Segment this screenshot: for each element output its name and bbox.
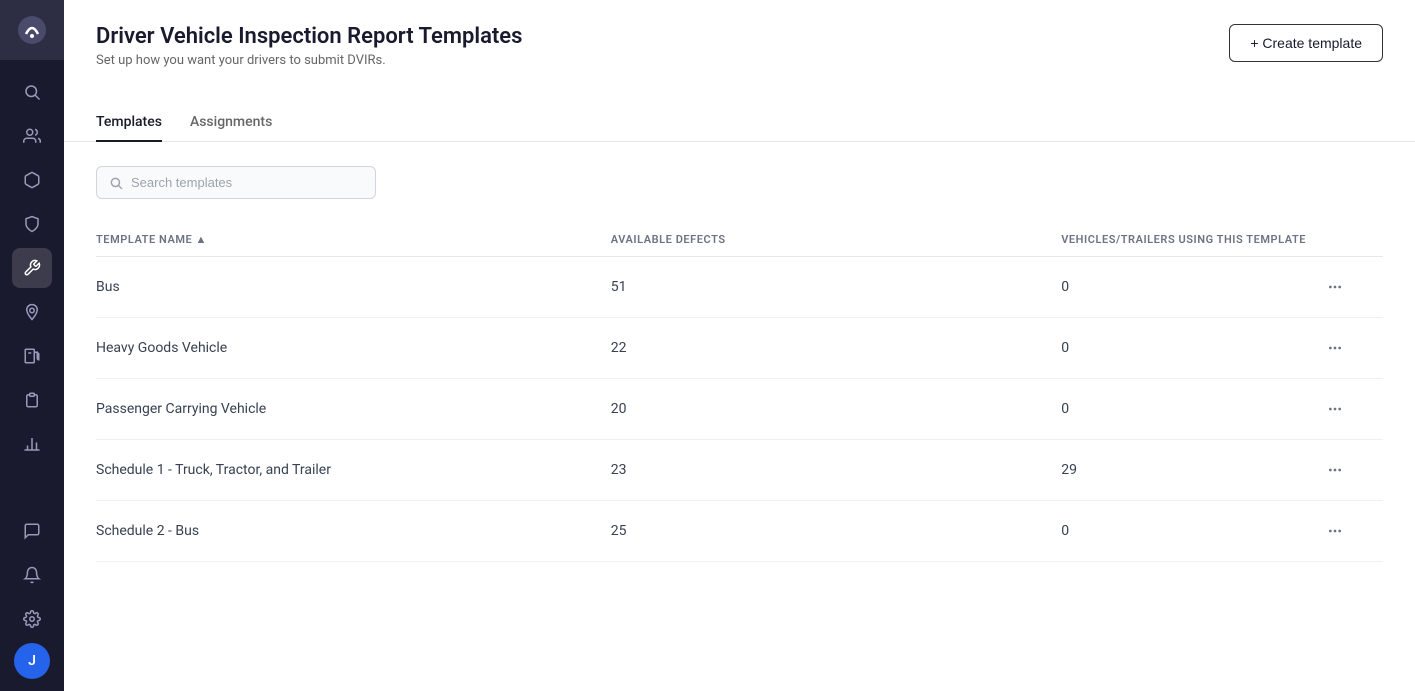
tab-bar: Templates Assignments [64,84,1415,142]
page-header: Driver Vehicle Inspection Report Templat… [64,0,1415,68]
wrench-icon[interactable] [12,248,52,288]
table-row: Schedule 2 - Bus 25 0 [96,501,1383,562]
cell-defects: 20 [611,379,1061,440]
cell-defects: 22 [611,318,1061,379]
search-input[interactable] [131,175,363,190]
search-icon [109,176,123,190]
page-subtitle: Set up how you want your drivers to subm… [96,53,522,68]
fuel-icon[interactable] [12,336,52,376]
cell-actions [1319,379,1383,440]
row-more-button[interactable] [1319,397,1351,421]
cell-vehicles: 29 [1061,440,1318,501]
cell-vehicles: 0 [1061,257,1318,318]
cell-defects: 23 [611,440,1061,501]
create-template-button[interactable]: + Create template [1229,24,1383,62]
box-icon[interactable] [12,160,52,200]
settings-icon[interactable] [12,599,52,639]
header-left: Driver Vehicle Inspection Report Templat… [96,24,522,68]
people-icon[interactable] [12,116,52,156]
bar-chart-icon[interactable] [12,424,52,464]
col-header-name: TEMPLATE NAME ▲ [96,223,611,257]
table-row: Passenger Carrying Vehicle 20 0 [96,379,1383,440]
main-content: Driver Vehicle Inspection Report Templat… [64,0,1415,691]
sidebar-icons [12,60,52,499]
row-more-button[interactable] [1319,336,1351,360]
cell-vehicles: 0 [1061,501,1318,562]
cell-defects: 25 [611,501,1061,562]
map-pin-icon[interactable] [12,292,52,332]
clipboard-icon[interactable] [12,380,52,420]
cell-defects: 51 [611,257,1061,318]
shield-icon[interactable] [12,204,52,244]
cell-vehicles: 0 [1061,318,1318,379]
tab-templates[interactable]: Templates [96,104,162,142]
col-header-actions [1319,223,1383,257]
cell-actions [1319,318,1383,379]
cell-template-name: Passenger Carrying Vehicle [96,379,611,440]
row-more-button[interactable] [1319,519,1351,543]
col-header-defects: AVAILABLE DEFECTS [611,223,1061,257]
search-icon[interactable] [12,72,52,112]
search-bar[interactable] [96,166,376,199]
cell-template-name: Bus [96,257,611,318]
table-row: Bus 51 0 [96,257,1383,318]
table-body: Bus 51 0 Heavy Goods Vehicle 22 0 Passen… [96,257,1383,562]
templates-table: TEMPLATE NAME ▲ AVAILABLE DEFECTS VEHICL… [96,223,1383,562]
tab-assignments[interactable]: Assignments [190,104,272,142]
chat-icon[interactable] [12,511,52,551]
sidebar: J [0,0,64,691]
cell-template-name: Schedule 2 - Bus [96,501,611,562]
table-row: Heavy Goods Vehicle 22 0 [96,318,1383,379]
sidebar-logo[interactable] [0,0,64,60]
cell-actions [1319,257,1383,318]
table-header: TEMPLATE NAME ▲ AVAILABLE DEFECTS VEHICL… [96,223,1383,257]
cell-template-name: Schedule 1 - Truck, Tractor, and Trailer [96,440,611,501]
col-header-vehicles: VEHICLES/TRAILERS USING THIS TEMPLATE [1061,223,1318,257]
row-more-button[interactable] [1319,275,1351,299]
cell-vehicles: 0 [1061,379,1318,440]
main-section: TEMPLATE NAME ▲ AVAILABLE DEFECTS VEHICL… [64,142,1415,691]
avatar[interactable]: J [14,643,50,679]
cell-actions [1319,501,1383,562]
bell-icon[interactable] [12,555,52,595]
row-more-button[interactable] [1319,458,1351,482]
cell-template-name: Heavy Goods Vehicle [96,318,611,379]
cell-actions [1319,440,1383,501]
page-title: Driver Vehicle Inspection Report Templat… [96,24,522,49]
sidebar-bottom: J [12,499,52,691]
table-row: Schedule 1 - Truck, Tractor, and Trailer… [96,440,1383,501]
